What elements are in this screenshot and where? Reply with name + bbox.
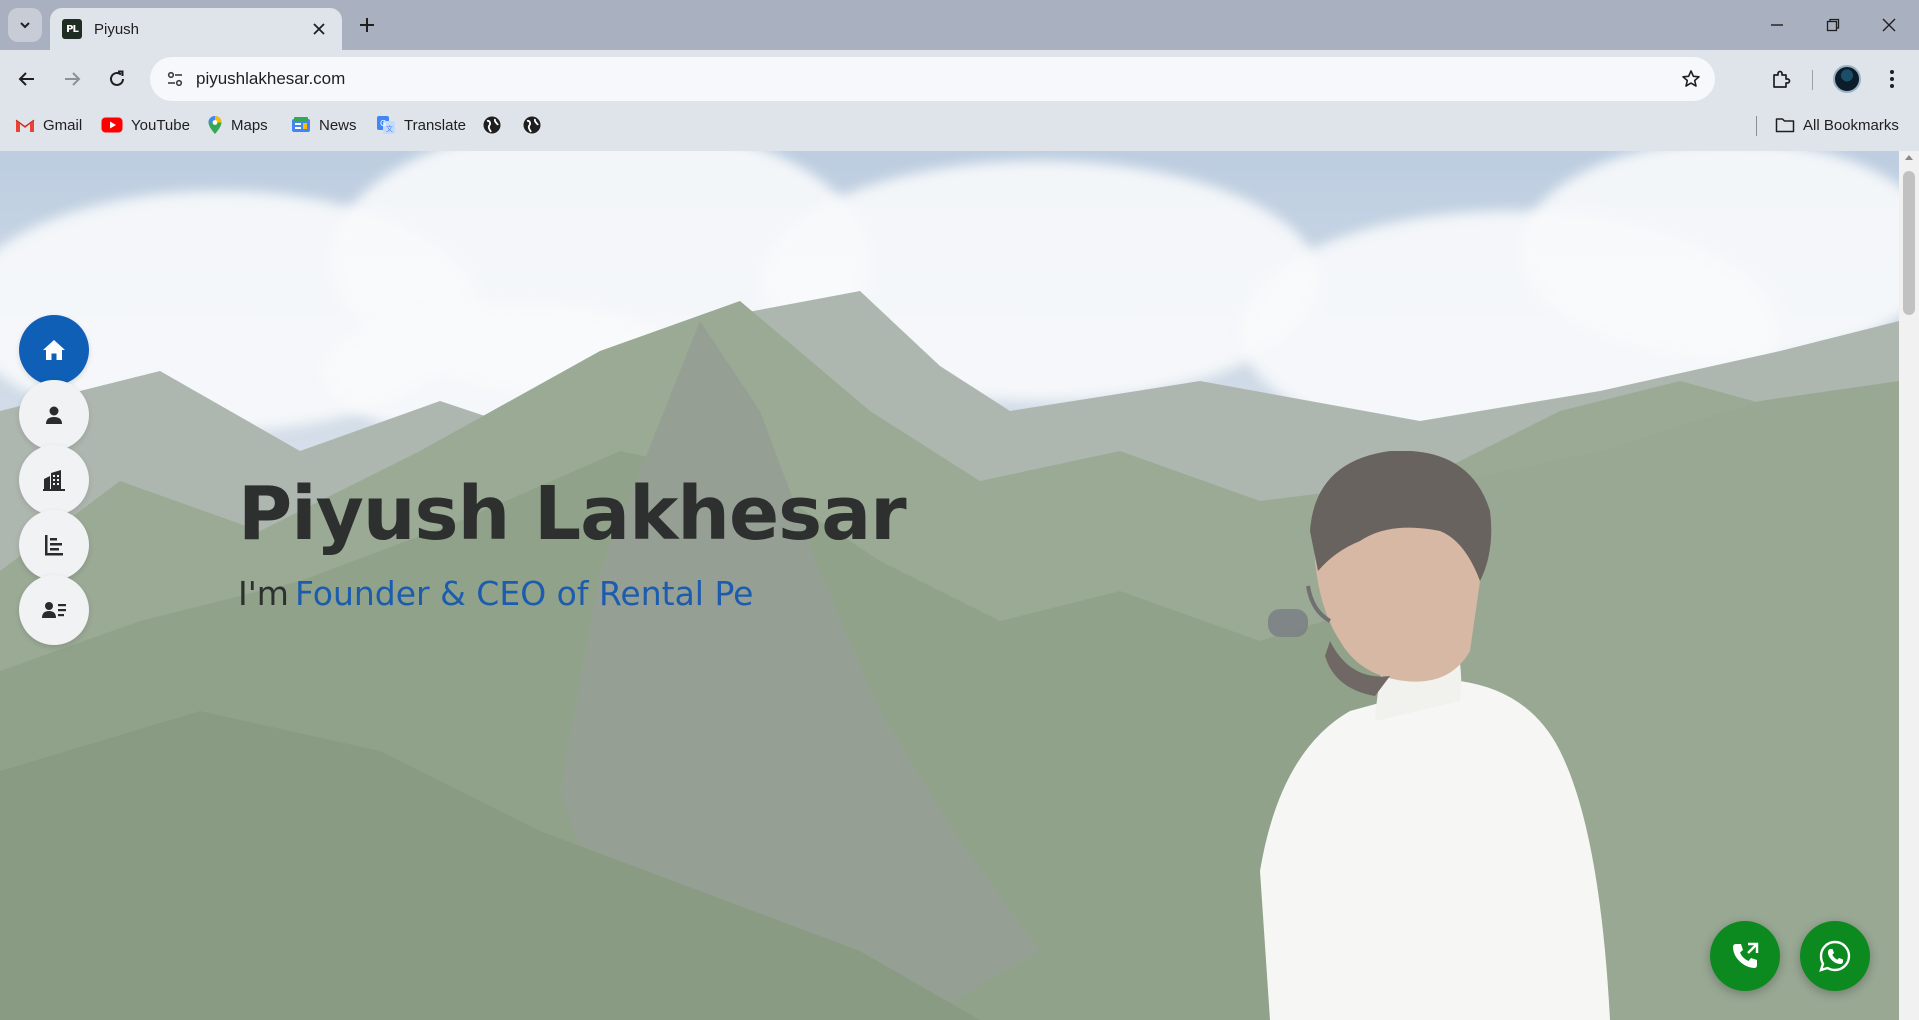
- profile-button[interactable]: [1829, 61, 1865, 97]
- nav-companies-button[interactable]: [19, 445, 89, 515]
- bookmark-youtube[interactable]: YouTube: [95, 108, 196, 142]
- all-bookmarks-button[interactable]: All Bookmarks: [1769, 108, 1905, 142]
- reload-button[interactable]: [99, 61, 135, 97]
- contact-card-icon: [42, 602, 66, 618]
- browser-window: PL Piyush piyushlakhesar.com Gmail YouTu…: [0, 0, 1919, 1020]
- bookmark-translate[interactable]: G文 Translate: [370, 108, 472, 142]
- globe-icon: [523, 116, 541, 134]
- home-icon: [43, 340, 65, 360]
- minimize-icon: [1771, 24, 1783, 26]
- chevron-down-icon: [20, 22, 30, 29]
- address-bar[interactable]: piyushlakhesar.com: [150, 57, 1715, 101]
- timeline-icon: [45, 535, 63, 556]
- browser-toolbar: piyushlakhesar.com: [0, 50, 1919, 108]
- globe-icon: [483, 116, 501, 134]
- user-icon: [46, 406, 62, 424]
- bookmark-news[interactable]: News: [285, 108, 363, 142]
- tab-close-button[interactable]: [308, 18, 330, 40]
- nav-contact-button[interactable]: [19, 575, 89, 645]
- toolbar-separator: [1812, 70, 1813, 90]
- whatsapp-icon: [1819, 940, 1851, 972]
- tab-piyush[interactable]: PL Piyush: [50, 8, 342, 50]
- all-bookmarks-label: All Bookmarks: [1803, 116, 1899, 134]
- youtube-icon: [101, 117, 123, 133]
- avatar: [1833, 65, 1861, 93]
- translate-icon: G文: [377, 116, 395, 134]
- menu-button[interactable]: [1874, 61, 1910, 97]
- bookmark-globe-2[interactable]: [516, 108, 548, 142]
- close-window-button[interactable]: [1862, 0, 1916, 50]
- nav-home-button[interactable]: [19, 315, 89, 385]
- phone-call-icon: [1733, 942, 1759, 968]
- minimize-button[interactable]: [1750, 0, 1804, 50]
- svg-text:文: 文: [386, 124, 393, 133]
- bookmark-label: YouTube: [131, 116, 190, 134]
- new-tab-button[interactable]: [353, 11, 381, 39]
- restore-button[interactable]: [1806, 0, 1860, 50]
- bookmark-label: Gmail: [43, 116, 83, 134]
- restore-icon: [1826, 18, 1840, 32]
- close-icon: [1882, 18, 1896, 32]
- tab-strip: PL Piyush: [0, 0, 1919, 50]
- nav-about-button[interactable]: [19, 380, 89, 450]
- page-viewport: Piyush Lakhesar I'm Founder & CEO of Rent…: [0, 151, 1899, 1020]
- building-icon: [43, 470, 65, 491]
- bookmark-maps[interactable]: Maps: [201, 108, 274, 142]
- tab-title: Piyush: [94, 20, 140, 38]
- bookmarks-bar: Gmail YouTube Maps News G文 Translate All…: [0, 108, 1919, 151]
- close-icon: [313, 23, 325, 35]
- folder-icon: [1775, 118, 1795, 133]
- hero-subtitle-prefix: I'm: [238, 574, 289, 613]
- tab-search-button[interactable]: [8, 8, 42, 42]
- page-scrollbar[interactable]: [1899, 151, 1919, 1020]
- bookmark-label: Translate: [404, 116, 466, 134]
- arrow-left-icon: [18, 72, 34, 86]
- star-icon: [1682, 70, 1700, 87]
- bookmark-label: Maps: [231, 116, 268, 134]
- bookmark-gmail[interactable]: Gmail: [9, 108, 88, 142]
- plus-icon: [360, 18, 374, 32]
- site-info-button[interactable]: [158, 62, 192, 96]
- tune-icon: [167, 71, 183, 87]
- bookmark-star-button[interactable]: [1677, 65, 1705, 93]
- gmail-icon: [15, 119, 35, 132]
- whatsapp-button[interactable]: [1800, 921, 1870, 991]
- forward-button[interactable]: [54, 61, 90, 97]
- site-favicon-icon: PL: [62, 19, 82, 39]
- scroll-up-arrow-icon[interactable]: [1905, 155, 1913, 160]
- url-text: piyushlakhesar.com: [196, 69, 346, 88]
- reload-icon: [110, 70, 124, 86]
- more-vertical-icon: [1890, 70, 1894, 88]
- scrollbar-thumb[interactable]: [1903, 171, 1915, 315]
- bookmarks-separator: [1756, 116, 1757, 136]
- maps-icon: [208, 116, 222, 134]
- call-button[interactable]: [1710, 921, 1780, 991]
- news-icon: [292, 117, 310, 132]
- bookmark-label: News: [319, 116, 357, 134]
- hero-typed-role: Founder & CEO of Rental Pe: [294, 574, 754, 613]
- bookmark-globe-1[interactable]: [476, 108, 508, 142]
- extensions-button[interactable]: [1763, 61, 1799, 97]
- back-button[interactable]: [9, 61, 45, 97]
- nav-timeline-button[interactable]: [19, 510, 89, 580]
- puzzle-icon: [1773, 70, 1791, 88]
- hero-subtitle: I'm Founder & CEO of Rental Pe: [238, 574, 753, 613]
- arrow-right-icon: [65, 72, 81, 86]
- hero-name: Piyush Lakhesar: [238, 471, 907, 557]
